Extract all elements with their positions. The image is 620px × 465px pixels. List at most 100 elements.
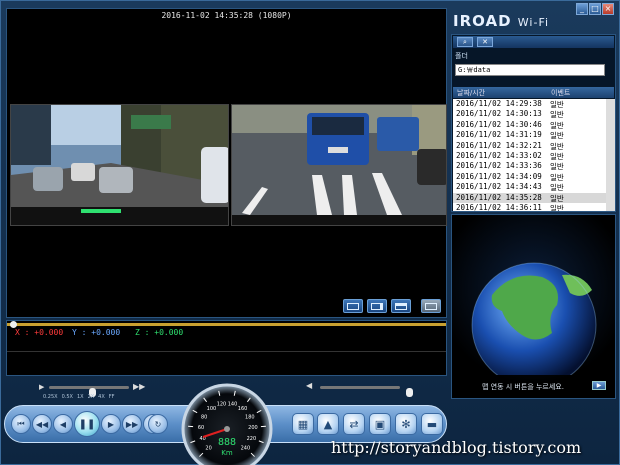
gauge-tick-label: 200 (248, 425, 258, 431)
speed-label: 4X (98, 394, 105, 400)
event-datetime: 2016/11/02 14:30:46 (456, 119, 542, 129)
gauge-tick-label: 20 (205, 445, 211, 451)
folder-label: 폴더 (455, 52, 468, 60)
list-scrollbar[interactable] (606, 99, 615, 211)
event-list: 2016/11/02 14:29:38 일반 2016/11/02 14:30:13… (453, 99, 606, 211)
video-timestamp: 2016-11-02 14:35:28 (1080P) (161, 11, 292, 20)
speed-label: 0.25X (43, 394, 58, 400)
event-row[interactable]: 2016/11/02 14:30:46 일반 (453, 120, 606, 130)
event-row[interactable]: 2016/11/02 14:33:02 일반 (453, 151, 606, 161)
event-type: 일반 (550, 183, 564, 193)
gauge-tick-label: 120 (217, 402, 227, 408)
speaker-icon: ◀ (306, 381, 313, 390)
col-datetime[interactable]: 날짜/시간 (457, 88, 485, 98)
gauge-tick-label: 160 (238, 406, 248, 412)
brand-logo: IROAD Wi-Fi (453, 12, 549, 30)
gauge-tick-label: 240 (241, 445, 251, 451)
map-link-button[interactable]: ▶ (592, 381, 606, 390)
pip-view-button[interactable] (391, 299, 411, 313)
graph-baseline (7, 351, 446, 352)
gauge-tick-label: 80 (201, 415, 207, 421)
gauge-tick-label: 220 (247, 436, 257, 442)
repeat-icon[interactable]: ↻ (148, 414, 168, 434)
slow-icon: ▶ (39, 383, 45, 391)
tools-icon[interactable]: ✕ (477, 37, 493, 47)
file-toolbar: ⌕ ✕ (453, 36, 614, 48)
maximize-icon[interactable]: □ (589, 3, 601, 15)
close-icon[interactable]: × (602, 3, 614, 15)
event-row[interactable]: 2016/11/02 14:29:38 일반 (453, 99, 606, 109)
event-type: 일반 (550, 131, 564, 141)
event-type: 일반 (550, 141, 564, 151)
speed-label: FF (108, 394, 115, 400)
event-datetime: 2016/11/02 14:34:43 (456, 182, 542, 192)
list-header: 날짜/시간 이벤트 (453, 87, 614, 98)
event-row[interactable]: 2016/11/02 14:34:43 일반 (453, 182, 606, 192)
previous-file-icon[interactable]: ◀◀ (32, 414, 52, 434)
adjust-icon[interactable]: ▲ (317, 413, 339, 435)
speed-slider[interactable] (49, 386, 129, 397)
settings-icon[interactable]: ✻ (395, 413, 417, 435)
single-view-button[interactable] (343, 299, 363, 313)
folder-icon[interactable]: ▬ (421, 413, 443, 435)
event-datetime: 2016/11/02 14:31:19 (456, 130, 542, 140)
playback-speed-control: ▶ ▶▶ 0.25X 0.5X 1X 2X 4X FF (39, 381, 169, 405)
speed-labels: 0.25X 0.5X 1X 2X 4X FF (43, 394, 115, 400)
event-datetime: 2016/11/02 14:33:02 (456, 150, 542, 160)
next-file-icon[interactable]: ▶▶ (122, 414, 142, 434)
dual-view-button[interactable] (367, 299, 387, 313)
event-type: 일반 (550, 172, 564, 182)
fullscreen-view-button[interactable] (421, 299, 441, 313)
pause-icon[interactable]: ❚❚ (74, 411, 100, 437)
app-window: IROAD Wi-Fi _ □ × 2016-11-02 14:35:28 (1… (0, 0, 620, 465)
file-panel: ⌕ ✕ 폴더 G:￦data 날짜/시간 이벤트 2016/11/02 14:2… (451, 34, 616, 212)
seek-bar[interactable] (7, 321, 446, 328)
view-mode-buttons (343, 299, 441, 313)
folder-path-input[interactable]: G:￦data (455, 64, 605, 76)
event-type: 일반 (550, 162, 564, 172)
event-datetime: 2016/11/02 14:33:36 (456, 161, 542, 171)
gauge-digital-value: 888 (218, 437, 236, 448)
speed-label: 2X (87, 394, 95, 400)
save-icon[interactable]: ▣ (369, 413, 391, 435)
seek-knob[interactable] (10, 321, 17, 328)
front-camera-feed[interactable] (10, 104, 229, 226)
event-row[interactable]: 2016/11/02 14:36:11 일반 (453, 203, 606, 211)
rear-camera-feed[interactable] (231, 104, 447, 226)
fast-forward-icon: ▶▶ (133, 382, 146, 391)
video-panel: 2016-11-02 14:35:28 (1080P) (6, 8, 447, 318)
event-row[interactable]: 2016/11/02 14:32:21 일반 (453, 141, 606, 151)
event-row[interactable]: 2016/11/02 14:31:19 일반 (453, 130, 606, 140)
brand-suffix: Wi-Fi (517, 16, 550, 29)
event-row[interactable]: 2016/11/02 14:33:36 일반 (453, 161, 606, 171)
speedometer: 20406080100120 140160180200220240 888 Km (181, 383, 273, 465)
event-type: 일반 (550, 100, 564, 109)
event-type: 일반 (550, 120, 564, 130)
step-back-icon[interactable]: ◀ (53, 414, 73, 434)
event-row[interactable]: 2016/11/02 14:30:13 일반 (453, 109, 606, 119)
col-event[interactable]: 이벤트 (551, 88, 570, 98)
gauge-tick-label: 180 (245, 415, 255, 421)
volume-knob[interactable] (406, 388, 413, 397)
minimize-icon[interactable]: _ (576, 3, 588, 15)
g-sensor-graph: X : +0.000 Y : +0.000 Z : +0.000 (6, 320, 447, 376)
globe-icon (471, 262, 597, 388)
map-prompt: 맵 연동 시 버튼을 누르세요. (482, 383, 564, 391)
event-row[interactable]: 2016/11/02 14:35:28 일반 (453, 192, 606, 203)
event-datetime: 2016/11/02 14:35:28 (456, 192, 542, 202)
brand-name: IROAD (453, 12, 512, 30)
sensor-x-value: X : +0.000 (15, 328, 64, 337)
watermark: http://storyandblog.tistory.com (331, 438, 582, 457)
skip-start-icon[interactable]: ⏮ (11, 414, 31, 434)
event-row[interactable]: 2016/11/02 14:34:09 일반 (453, 172, 606, 182)
sensor-z-value: Z : +0.000 (135, 328, 184, 337)
event-type: 일반 (550, 203, 564, 211)
event-datetime: 2016/11/02 14:30:13 (456, 109, 542, 119)
volume-slider[interactable] (320, 386, 413, 397)
search-icon[interactable]: ⌕ (457, 37, 473, 47)
film-icon[interactable]: ▦ (292, 413, 314, 435)
play-icon[interactable]: ▶ (101, 414, 121, 434)
speed-label: 1X (76, 394, 84, 400)
convert-icon[interactable]: ⇄ (343, 413, 365, 435)
sensor-y-value: Y : +0.000 (72, 328, 121, 337)
